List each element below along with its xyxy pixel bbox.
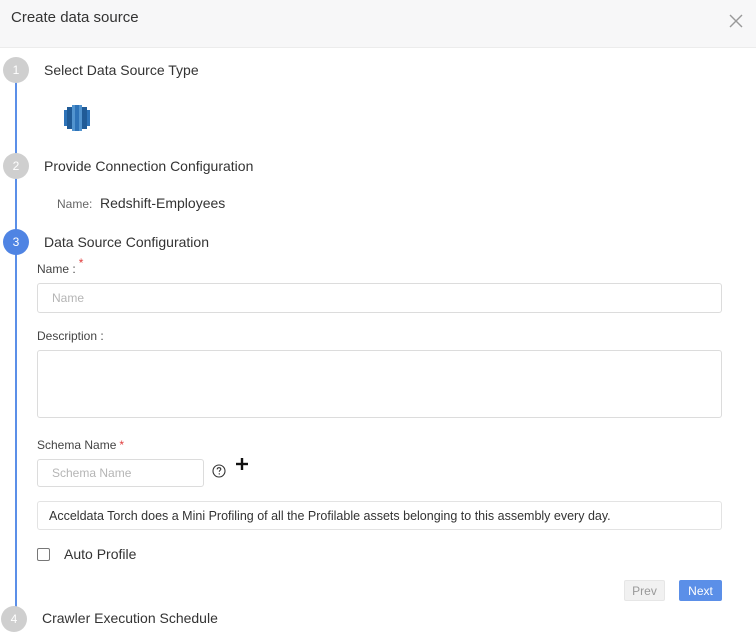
step-1-indicator: 1 xyxy=(3,57,29,83)
name-label-text: Name : xyxy=(37,262,76,276)
step-1-title[interactable]: Select Data Source Type xyxy=(44,62,199,78)
close-button[interactable] xyxy=(726,11,746,31)
step-2-indicator: 2 xyxy=(3,153,29,179)
dialog-header: Create data source xyxy=(0,0,756,48)
step-2-title[interactable]: Provide Connection Configuration xyxy=(44,158,253,174)
redshift-database-icon[interactable] xyxy=(64,104,90,132)
next-button[interactable]: Next xyxy=(679,580,722,601)
step-4-indicator: 4 xyxy=(1,606,27,632)
step-3-indicator: 3 xyxy=(3,229,29,255)
connection-name-value: Redshift-Employees xyxy=(100,195,226,211)
prev-button[interactable]: Prev xyxy=(624,580,665,601)
name-input[interactable] xyxy=(37,283,722,313)
auto-profile-checkbox[interactable] xyxy=(37,548,50,561)
connection-name-label: Name: xyxy=(57,197,93,211)
dialog-title: Create data source xyxy=(11,9,139,26)
question-circle-icon[interactable] xyxy=(212,464,226,478)
schema-name-input[interactable] xyxy=(37,459,204,487)
description-field-label: Description : xyxy=(37,329,104,343)
profiling-info-text: Acceldata Torch does a Mini Profiling of… xyxy=(49,508,611,523)
schema-label-text: Schema Name xyxy=(37,438,117,452)
schema-name-field-label: Schema Name * xyxy=(37,438,124,452)
name-required-marker: * xyxy=(78,256,84,270)
step-3-title: Data Source Configuration xyxy=(44,234,209,250)
name-field-label: Name : * xyxy=(37,256,83,276)
auto-profile-label[interactable]: Auto Profile xyxy=(64,546,136,562)
close-icon xyxy=(729,14,743,28)
step-4-title[interactable]: Crawler Execution Schedule xyxy=(42,610,218,626)
profiling-info-message: Acceldata Torch does a Mini Profiling of… xyxy=(37,501,722,530)
schema-required-marker: * xyxy=(119,438,125,452)
plus-icon[interactable] xyxy=(235,457,249,471)
description-textarea[interactable] xyxy=(37,350,722,418)
